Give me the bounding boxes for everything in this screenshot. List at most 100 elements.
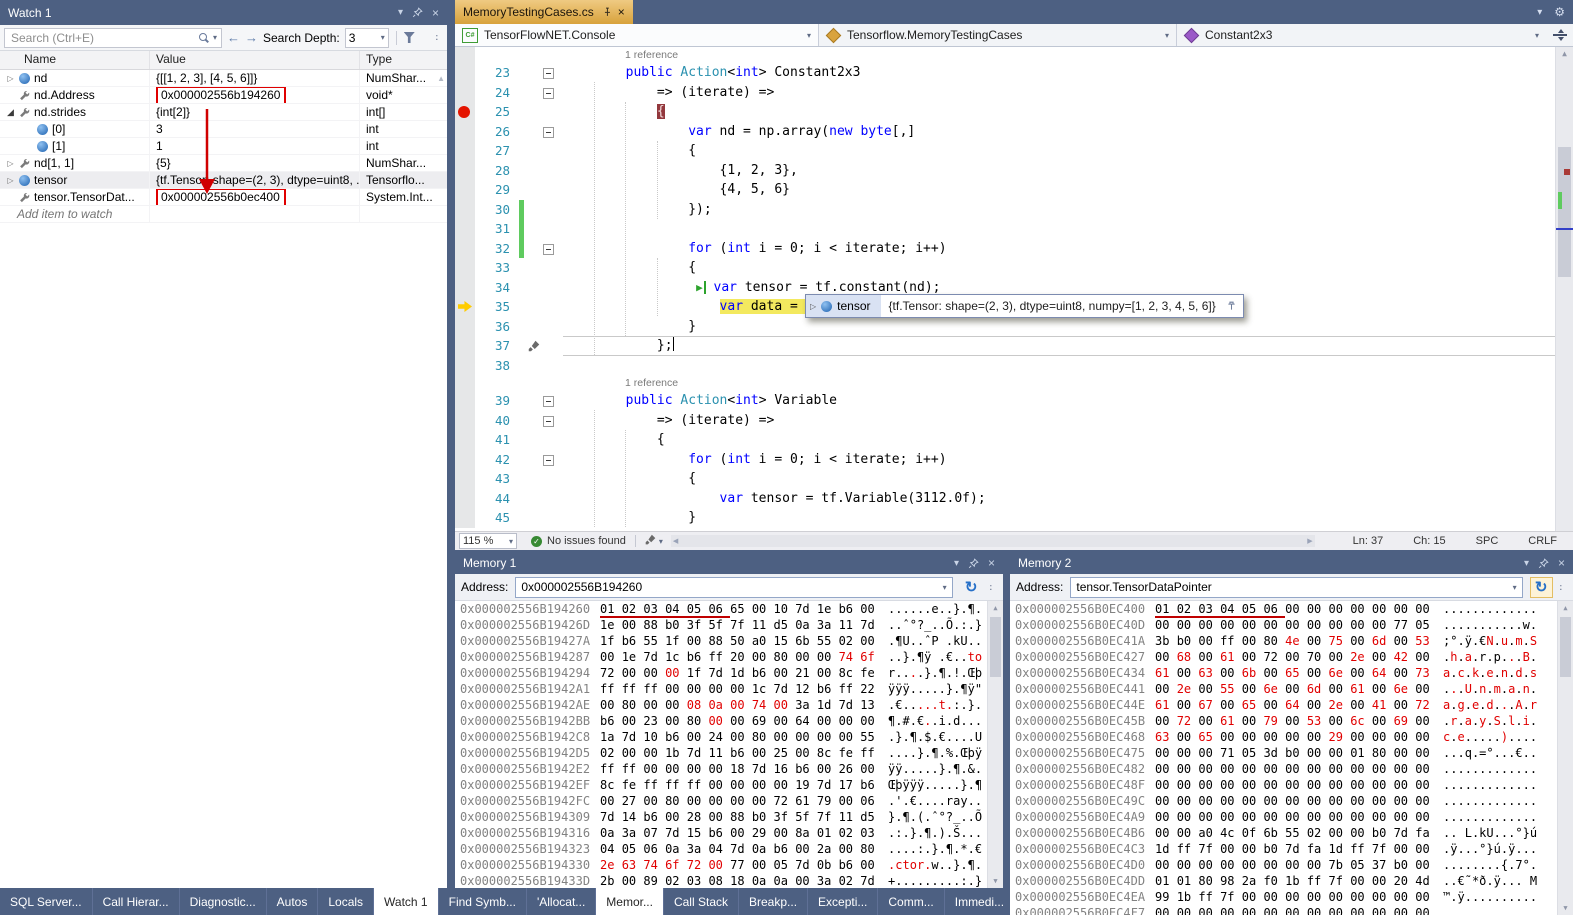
watch-row[interactable]: tensor.TensorDat...0x000002556b0ec400Sys…: [0, 189, 447, 206]
breakpoint-gutter[interactable]: [455, 141, 475, 161]
issues-status[interactable]: No issues found: [547, 535, 626, 547]
editor-vertical-scrollbar[interactable]: ▲: [1555, 47, 1573, 531]
search-box[interactable]: ▾: [4, 28, 222, 48]
tool-window-tab[interactable]: Memor...: [596, 888, 664, 915]
chevron-down-icon[interactable]: ▾: [659, 537, 663, 546]
memory-row[interactable]: 0x000002556B1942E2ff ff 00 00 00 00 18 7…: [455, 761, 1003, 777]
code-line[interactable]: 45 }: [455, 508, 1573, 528]
search-forward-icon[interactable]: →: [245, 30, 258, 45]
memory-row[interactable]: 0x000002556B1942BBb6 00 23 00 80 00 00 6…: [455, 713, 1003, 729]
code-line[interactable]: 44 var tensor = tf.Variable(3112.0f);: [455, 489, 1573, 509]
breakpoint-gutter[interactable]: [455, 161, 475, 181]
breakpoint-gutter[interactable]: [455, 219, 475, 239]
breakpoint-gutter[interactable]: [455, 83, 475, 103]
code-text[interactable]: }: [563, 508, 1573, 528]
collapse-toggle-icon[interactable]: [543, 127, 554, 138]
refresh-icon[interactable]: ↻: [1530, 577, 1553, 598]
collapse-toggle-icon[interactable]: [543, 244, 554, 255]
code-text[interactable]: => (iterate) =>: [563, 83, 1573, 103]
window-position-icon[interactable]: ▾: [398, 7, 403, 18]
memory1-address-input[interactable]: 0x000002556B194260 ▾: [515, 577, 952, 598]
watch-cell-value[interactable]: [150, 206, 360, 222]
code-line[interactable]: 41 {: [455, 430, 1573, 450]
memory-row[interactable]: 0x000002556B0EC41A3b b0 00 ff 00 80 4e 0…: [1010, 633, 1573, 649]
scrollbar-down-icon[interactable]: ▼: [988, 877, 1003, 885]
code-line[interactable]: 39 public Action<int> Variable: [455, 391, 1573, 411]
breakpoint-gutter[interactable]: [455, 391, 475, 411]
memory1-scrollbar[interactable]: ▲ ▼: [987, 601, 1003, 888]
code-editor[interactable]: 1 reference23 public Action<int> Constan…: [455, 47, 1573, 531]
watch-cell-value[interactable]: {int[2]}: [150, 104, 360, 120]
memory-row[interactable]: 0x000002556B1942AE00 80 00 00 08 0a 00 7…: [455, 697, 1003, 713]
code-text[interactable]: public Action<int> Constant2x3: [563, 63, 1573, 83]
breakpoint-gutter[interactable]: [455, 122, 475, 142]
memory-row[interactable]: 0x000002556B1943097d 14 b6 00 28 00 88 b…: [455, 809, 1003, 825]
breakpoint-gutter[interactable]: [455, 63, 475, 83]
watch-row[interactable]: Add item to watch: [0, 206, 447, 223]
memory-row[interactable]: 0x000002556B0EC48200 00 00 00 00 00 00 0…: [1010, 761, 1573, 777]
tool-window-tab[interactable]: Call Stack: [664, 888, 739, 915]
code-text[interactable]: public Action<int> Variable: [563, 391, 1573, 411]
gear-icon[interactable]: ⚙: [1554, 5, 1565, 19]
column-header-value[interactable]: Value: [150, 51, 360, 69]
memory-row[interactable]: 0x000002556B19426001 02 03 04 05 06 65 0…: [455, 601, 1003, 617]
breakpoint-gutter[interactable]: [455, 430, 475, 450]
watch-cell-value[interactable]: {5}: [150, 155, 360, 171]
search-back-icon[interactable]: ←: [227, 30, 240, 45]
memory-row[interactable]: 0x000002556B1943302e 63 74 6f 72 00 77 0…: [455, 857, 1003, 873]
tool-window-tab[interactable]: Watch 1: [374, 888, 439, 915]
breakpoint-gutter[interactable]: [455, 336, 475, 356]
watch-cell-value[interactable]: 0x000002556b194260: [150, 87, 360, 103]
window-position-icon[interactable]: ▾: [1524, 558, 1529, 569]
code-line[interactable]: 25 {: [455, 102, 1573, 122]
memory2-scrollbar[interactable]: ▲ ▼: [1557, 601, 1573, 915]
breakpoint-gutter[interactable]: [455, 469, 475, 489]
code-line[interactable]: 33 {: [455, 258, 1573, 278]
code-text[interactable]: [563, 219, 1573, 239]
memory-row[interactable]: 0x000002556B19427A1f b6 55 1f 00 88 50 a…: [455, 633, 1003, 649]
code-text[interactable]: {: [563, 141, 1573, 161]
watch-scrollbar-up-icon[interactable]: ▲: [437, 74, 445, 83]
code-line[interactable]: 30 });: [455, 200, 1573, 220]
breakpoint-gutter[interactable]: [455, 450, 475, 470]
watch-titlebar[interactable]: Watch 1 ▾ ×: [0, 0, 447, 25]
type-dropdown[interactable]: Tensorflow.MemoryTestingCases ▾: [819, 24, 1177, 46]
breakpoint-gutter[interactable]: [455, 258, 475, 278]
chevron-down-icon[interactable]: ▾: [943, 583, 947, 592]
column-header-type[interactable]: Type: [360, 51, 447, 69]
expander-icon[interactable]: ◢: [4, 107, 17, 118]
memory-row[interactable]: 0x000002556B0EC4A900 00 00 00 00 00 00 0…: [1010, 809, 1573, 825]
scrollbar-thumb[interactable]: [1560, 617, 1571, 677]
scrollbar-thumb[interactable]: [1558, 147, 1571, 277]
column-header-name[interactable]: Name: [0, 51, 150, 69]
breakpoint-gutter[interactable]: [455, 317, 475, 337]
code-text[interactable]: for (int i = 0; i < iterate; i++): [563, 450, 1573, 470]
watch-cell-value[interactable]: 1: [150, 138, 360, 154]
tab-close-icon[interactable]: ×: [618, 5, 625, 19]
memory-row[interactable]: 0x000002556B1942A1ff ff ff 00 00 00 00 1…: [455, 681, 1003, 697]
memory-row[interactable]: 0x000002556B0EC47500 00 00 71 05 3d b0 0…: [1010, 745, 1573, 761]
breakpoint-gutter[interactable]: [455, 278, 475, 298]
memory-row[interactable]: 0x000002556B1942D502 00 00 1b 7d 11 b6 0…: [455, 745, 1003, 761]
tool-window-tab[interactable]: SQL Server...: [0, 888, 93, 915]
code-text[interactable]: {: [563, 469, 1573, 489]
memory-row[interactable]: 0x000002556B0EC45B00 72 00 61 00 79 00 5…: [1010, 713, 1573, 729]
memory-row[interactable]: 0x000002556B0EC44E61 00 67 00 65 00 64 0…: [1010, 697, 1573, 713]
scrollbar-up-icon[interactable]: ▲: [1558, 604, 1573, 612]
code-text[interactable]: {: [563, 102, 1573, 122]
watch-cell-value[interactable]: 0x000002556b0ec400: [150, 189, 360, 205]
memory2-titlebar[interactable]: Memory 2 ▾ ×: [1010, 552, 1573, 574]
status-line-ending[interactable]: CRLF: [1528, 535, 1557, 547]
collapse-toggle-icon[interactable]: [543, 88, 554, 99]
code-line[interactable]: 42 for (int i = 0; i < iterate; i++): [455, 450, 1573, 470]
code-text[interactable]: var tensor = tf.Variable(3112.0f);: [563, 489, 1573, 509]
memory-row[interactable]: 0x000002556B0EC4EA99 1b ff 7f 00 00 00 0…: [1010, 889, 1573, 905]
scrollbar-left-icon[interactable]: ◀: [673, 537, 678, 545]
expander-icon[interactable]: ▷: [810, 302, 816, 311]
memory-row[interactable]: 0x000002556B0EC48F00 00 00 00 00 00 00 0…: [1010, 777, 1573, 793]
breakpoint-gutter[interactable]: [455, 102, 475, 122]
tool-window-tab[interactable]: Excepti...: [808, 888, 878, 915]
window-position-icon[interactable]: ▾: [954, 558, 959, 569]
memory-row[interactable]: 0x000002556B0EC49C00 00 00 00 00 00 00 0…: [1010, 793, 1573, 809]
memory-row[interactable]: 0x000002556B19432304 05 06 0a 3a 04 7d 0…: [455, 841, 1003, 857]
